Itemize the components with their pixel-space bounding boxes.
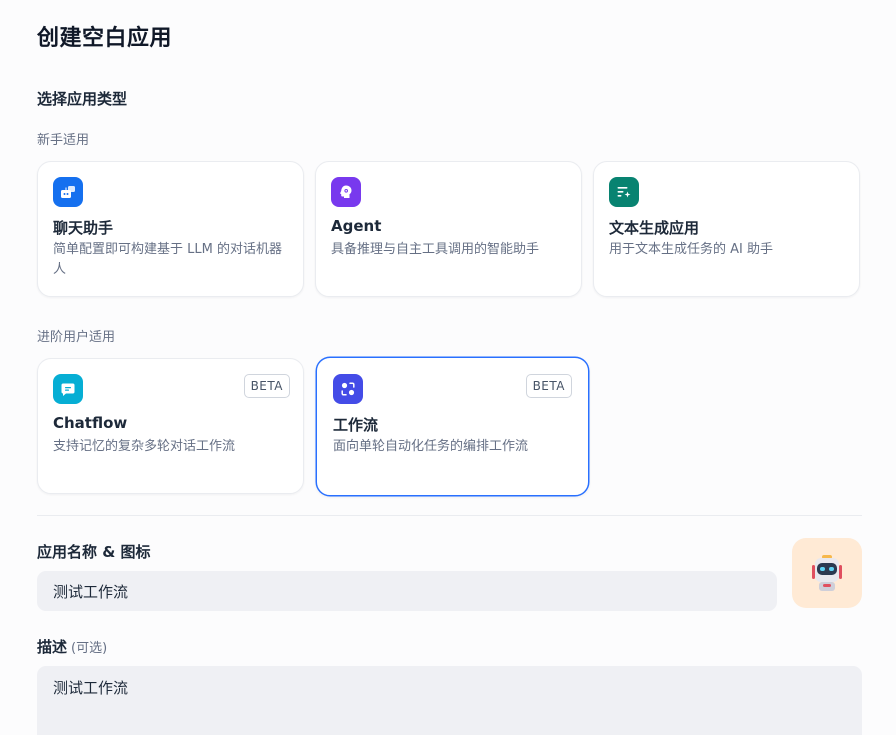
card-description: 简单配置即可构建基于 LLM 的对话机器人 xyxy=(53,242,282,277)
workflow-icon xyxy=(333,374,363,404)
section-divider xyxy=(37,515,862,516)
app-name-label: 应用名称 & 图标 xyxy=(37,543,151,561)
description-label-text: 描述 xyxy=(37,638,68,656)
agent-icon xyxy=(331,177,361,207)
card-description: 用于文本生成任务的 AI 助手 xyxy=(609,242,773,257)
description-value: 测试工作流 xyxy=(53,679,129,697)
card-name: 文本生成应用 xyxy=(609,219,700,237)
create-app-dialog: 创建空白应用 选择应用类型 新手适用 聊天助手 简单配置即可构建基于 LLM 的… xyxy=(0,0,896,735)
card-name: 聊天助手 xyxy=(53,219,114,237)
description-textarea[interactable]: 测试工作流 xyxy=(37,666,862,735)
card-description: 面向单轮自动化任务的编排工作流 xyxy=(333,439,529,454)
app-type-card-workflow[interactable]: BETA 工作流 面向单轮自动化任务的编排工作流 xyxy=(316,357,589,496)
app-type-section-title: 选择应用类型 xyxy=(37,90,128,108)
app-type-card-agent[interactable]: Agent 具备推理与自主工具调用的智能助手 xyxy=(315,161,582,297)
optional-hint: (可选) xyxy=(71,641,108,656)
card-name: 工作流 xyxy=(333,416,379,434)
page-title: 创建空白应用 xyxy=(37,26,173,51)
app-type-card-chatflow[interactable]: BETA Chatflow 支持记忆的复杂多轮对话工作流 xyxy=(37,358,304,494)
card-name: Agent xyxy=(331,217,382,235)
chatflow-icon xyxy=(53,374,83,404)
beginner-group-label: 新手适用 xyxy=(37,133,90,148)
description-label: 描述 (可选) xyxy=(37,636,107,657)
robot-icon xyxy=(812,555,842,591)
card-description: 支持记忆的复杂多轮对话工作流 xyxy=(53,439,236,454)
beta-badge: BETA xyxy=(243,374,290,398)
app-name-input[interactable]: 测试工作流 xyxy=(37,571,777,611)
advanced-group-label: 进阶用户适用 xyxy=(37,330,116,345)
app-type-card-chatbot[interactable]: 聊天助手 简单配置即可构建基于 LLM 的对话机器人 xyxy=(37,161,304,297)
beta-badge: BETA xyxy=(525,374,572,398)
card-name: Chatflow xyxy=(53,414,128,432)
chat-bot-icon xyxy=(53,177,83,207)
text-generation-icon xyxy=(609,177,639,207)
app-icon-picker[interactable] xyxy=(792,538,862,608)
app-type-card-text-generation[interactable]: 文本生成应用 用于文本生成任务的 AI 助手 xyxy=(593,161,860,297)
card-description: 具备推理与自主工具调用的智能助手 xyxy=(331,242,540,257)
app-name-value: 测试工作流 xyxy=(53,582,129,601)
